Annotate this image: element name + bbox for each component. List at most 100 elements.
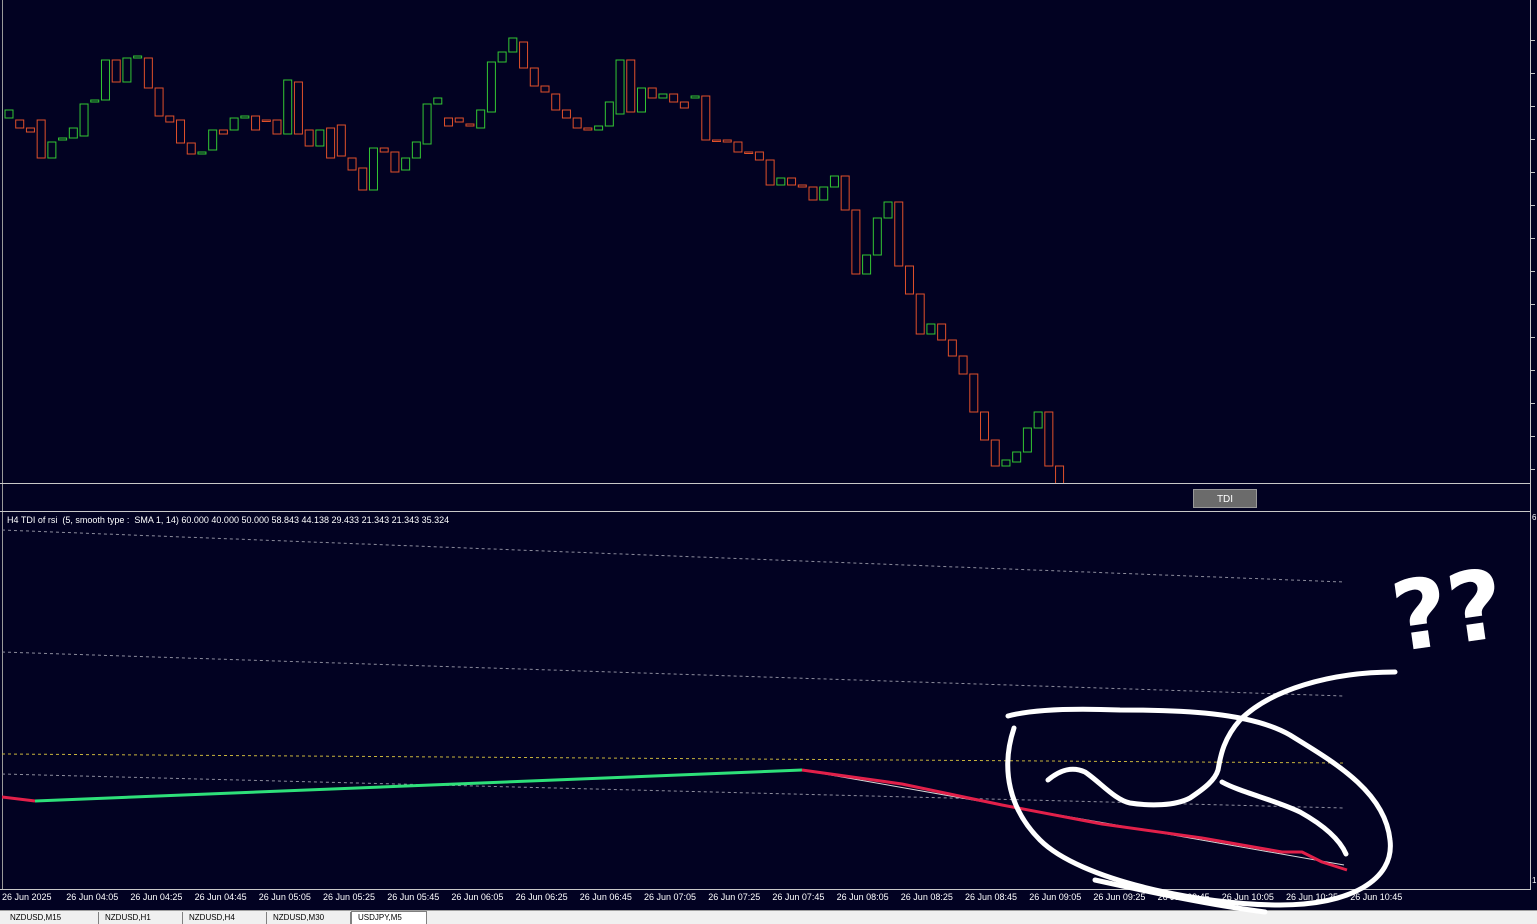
candle-body [712, 139, 722, 142]
candle [315, 129, 325, 147]
time-axis-label: 26 Jun 09:45 [1157, 892, 1210, 902]
candle-body [862, 254, 872, 275]
candle-body [947, 339, 957, 357]
time-axis-label: 26 Jun 10:25 [1286, 892, 1339, 902]
chart-window[interactable]: TDI H4 TDI of rsi (5, smooth type : SMA … [0, 0, 1537, 924]
candle-body [90, 99, 100, 103]
candle [486, 61, 496, 113]
candle-body [551, 93, 561, 111]
candle [733, 141, 743, 153]
candle-body [25, 127, 35, 133]
symbol-tab[interactable]: USDJPY,M5 [351, 911, 427, 924]
time-axis-label: 26 Jun 07:45 [772, 892, 825, 902]
candle-body [486, 61, 496, 113]
candle-body [744, 151, 754, 154]
candle-body [165, 115, 175, 123]
candle [519, 41, 529, 69]
candle [947, 339, 957, 357]
candle [58, 137, 68, 141]
candle [990, 439, 1000, 467]
candle [465, 123, 475, 127]
candle [47, 141, 57, 159]
candle-body [444, 117, 454, 127]
candle-body [293, 81, 303, 135]
candle-body [604, 101, 614, 127]
price-scale[interactable] [1531, 0, 1537, 889]
candle [444, 117, 454, 127]
candle [722, 139, 732, 143]
candle [787, 177, 797, 186]
candle-body [969, 373, 979, 413]
candle-body [765, 159, 775, 186]
subwindow-separator[interactable] [0, 483, 1531, 484]
price-chart[interactable] [2, 0, 1530, 483]
candle-body [111, 59, 121, 83]
candle-body [840, 175, 850, 211]
candle [561, 109, 571, 119]
level-50-line [2, 753, 1345, 764]
candle-body [100, 59, 110, 101]
candle-body [776, 177, 786, 186]
price-tick [1531, 238, 1535, 239]
candle [765, 159, 775, 186]
tdi-indicator-panel[interactable] [2, 512, 1530, 889]
candle [165, 115, 175, 123]
candle-body [572, 117, 582, 129]
time-axis-label: 26 Jun 09:25 [1093, 892, 1146, 902]
candle [690, 95, 700, 99]
price-tick [1531, 403, 1535, 404]
candle-body [851, 209, 861, 275]
candle-body [958, 355, 968, 375]
candle [958, 355, 968, 375]
candle [133, 55, 143, 59]
candle [111, 59, 121, 83]
time-axis-label: 26 Jun 05:45 [387, 892, 440, 902]
candle-body [304, 129, 314, 147]
candle [100, 59, 110, 101]
candle-body [1012, 451, 1022, 463]
candle-body [594, 125, 604, 131]
time-axis-label: 26 Jun 10:45 [1350, 892, 1403, 902]
candle [90, 99, 100, 103]
symbol-tab[interactable]: NZDUSD,M30 [267, 912, 351, 924]
tdi-button[interactable]: TDI [1193, 489, 1257, 508]
candle-body [883, 201, 893, 219]
candle [658, 93, 668, 99]
candle [744, 151, 754, 154]
candle-body [1055, 465, 1065, 483]
candle-body [829, 175, 839, 188]
price-tick [1531, 337, 1535, 338]
candle [240, 115, 250, 119]
candle [433, 97, 443, 105]
price-tick [1531, 139, 1535, 140]
symbol-tab[interactable]: NZDUSD,H1 [99, 912, 183, 924]
symbol-tab[interactable]: NZDUSD,M15 [4, 912, 99, 924]
candle-body [208, 129, 218, 151]
candle-body [272, 119, 282, 135]
candle-body [658, 93, 668, 99]
candle-body [4, 109, 14, 119]
candle-body [540, 85, 550, 93]
symbol-tab[interactable]: NZDUSD,H4 [183, 912, 267, 924]
time-axis-label: 26 Jun 05:25 [323, 892, 376, 902]
candle-body [240, 115, 250, 119]
candle [679, 101, 689, 109]
candle-body [379, 147, 389, 153]
candle [937, 323, 947, 341]
candle-body [411, 141, 421, 159]
candle-body [819, 186, 829, 201]
candle-body [476, 109, 486, 129]
candle [401, 157, 411, 171]
time-axis-label: 26 Jun 05:05 [258, 892, 311, 902]
candle-body [647, 87, 657, 99]
candle [336, 124, 346, 157]
price-tick [1531, 304, 1535, 305]
time-axis[interactable]: 26 Jun 2025 26 Jun 04:05 26 Jun 04:25 26 Ju… [0, 890, 1531, 910]
candle-body [508, 37, 518, 53]
candle [68, 127, 78, 139]
candle [583, 127, 593, 131]
candle-body [433, 97, 443, 105]
candle-body [1001, 459, 1011, 467]
candle [529, 67, 539, 87]
candle-body [336, 124, 346, 157]
